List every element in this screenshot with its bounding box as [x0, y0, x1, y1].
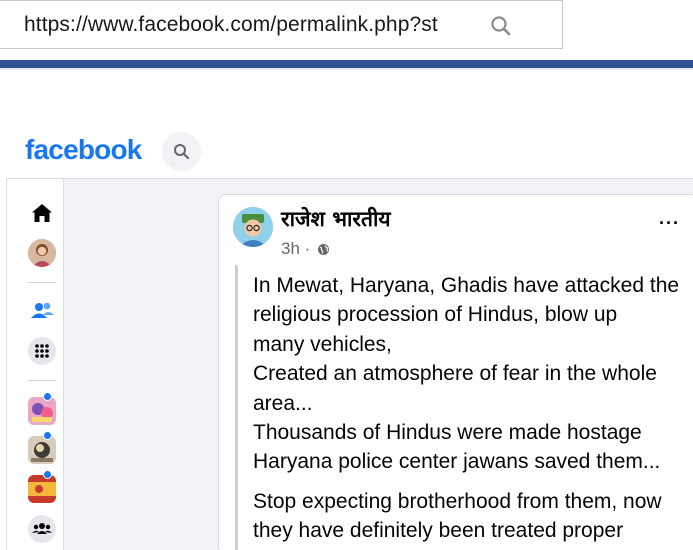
post-line: Thousands of Hindus were made hostage [253, 421, 642, 445]
post-line: Created an atmosphere of fear in the who… [253, 362, 657, 386]
left-sidebar [6, 179, 64, 550]
menu-button[interactable] [28, 337, 56, 365]
post-line: Stop expecting brotherhood from them, no… [253, 489, 662, 513]
post-line: Haryana police center jawans saved them.… [253, 450, 661, 474]
post-card: राजेश भारतीय 3h · ··· In Mewat, Haryana,… [218, 194, 693, 550]
home-icon[interactable] [28, 199, 56, 227]
facebook-logo[interactable]: facebook [25, 134, 142, 166]
author-avatar-image [233, 207, 273, 247]
group-thumbnail [28, 475, 56, 503]
post-timestamp[interactable]: 3h · [281, 239, 310, 258]
browser-band [0, 60, 693, 68]
post-line: In Mewat, Haryana, Ghadis have attacked … [253, 274, 680, 297]
search-icon[interactable] [490, 15, 512, 37]
group-thumbnail [28, 436, 56, 464]
profile-avatar-image [28, 239, 56, 267]
group-thumbnail [28, 397, 56, 425]
post-more-button[interactable]: ··· [659, 213, 683, 233]
quote-bar [235, 265, 238, 550]
post-line: many vehicles, [253, 332, 392, 356]
search-button[interactable] [162, 132, 201, 171]
shortcut-thumbnail[interactable] [28, 436, 56, 464]
notification-dot [43, 392, 52, 401]
notification-dot [43, 431, 52, 440]
post-line: they have definitely been treated proper [253, 519, 624, 543]
notification-dot [43, 470, 52, 479]
shortcut-thumbnail[interactable] [28, 397, 56, 425]
shortcut-thumbnail[interactable] [28, 475, 56, 503]
post-paragraph: Stop expecting brotherhood from them, no… [253, 487, 693, 546]
post-text: In Mewat, Haryana, Ghadis have attacked … [253, 271, 693, 546]
groups-button[interactable] [28, 515, 56, 543]
author-avatar[interactable] [233, 207, 273, 247]
groups-icon [32, 523, 52, 534]
grid-icon [35, 344, 49, 358]
sidebar-divider [28, 282, 56, 283]
friends-icon[interactable] [28, 297, 56, 325]
post-paragraph: In Mewat, Haryana, Ghadis have attacked … [253, 271, 693, 477]
search-icon [174, 144, 190, 160]
address-bar[interactable]: https://www.facebook.com/permalink.php?s… [0, 0, 563, 49]
avatar[interactable] [28, 239, 56, 267]
sidebar-divider [28, 380, 56, 381]
post-meta: 3h · [281, 239, 330, 259]
post-line: religious procession of Hindus, blow up [253, 303, 618, 327]
post-line: area... [253, 391, 313, 415]
url-text[interactable]: https://www.facebook.com/permalink.php?s… [24, 13, 438, 37]
post-author-name[interactable]: राजेश भारतीय [281, 205, 391, 233]
band-shadow [0, 68, 693, 70]
globe-icon [318, 244, 330, 255]
